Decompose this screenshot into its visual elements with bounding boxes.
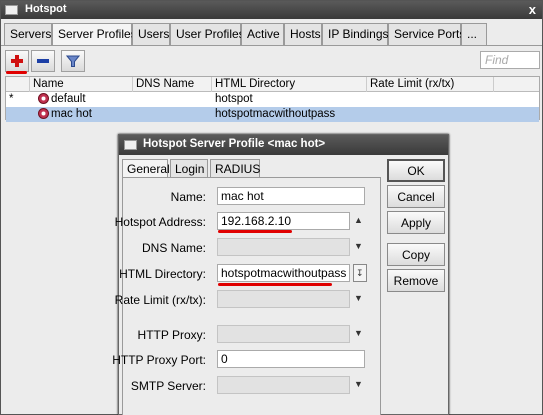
tab-servers[interactable]: Servers	[4, 23, 52, 45]
profiles-table: Name DNS Name HTML Directory Rate Limit …	[5, 76, 540, 122]
html-directory-label: HTML Directory:	[119, 267, 206, 281]
tab-overflow[interactable]: ...	[461, 23, 487, 45]
hotspot-address-field[interactable]: 192.168.2.10	[217, 212, 350, 230]
tab-general[interactable]: General	[122, 159, 170, 179]
table-header: Name DNS Name HTML Directory Rate Limit …	[6, 77, 539, 92]
close-icon[interactable]: x	[529, 2, 536, 17]
tab-bar: Servers Server Profiles Users User Profi…	[1, 23, 542, 46]
column-dns-name[interactable]: DNS Name	[133, 77, 212, 92]
smtp-server-field[interactable]	[217, 376, 350, 394]
http-proxy-port-label: HTTP Proxy Port:	[112, 353, 206, 367]
apply-button[interactable]: Apply	[387, 211, 445, 234]
profile-icon	[38, 108, 49, 122]
rate-limit-label: Rate Limit (rx/tx):	[114, 293, 206, 307]
collapse-arrow-icon[interactable]: ▲	[354, 215, 363, 225]
html-directory-highlight	[218, 283, 332, 286]
cancel-button[interactable]: Cancel	[387, 185, 445, 208]
dns-name-label: DNS Name:	[141, 241, 206, 255]
row-html-directory: hotspot	[215, 93, 253, 105]
dialog-title: Hotspot Server Profile <mac hot>	[143, 138, 326, 150]
dropdown-arrow-icon[interactable]: ▼	[354, 328, 363, 338]
html-directory-field[interactable]: hotspotmacwithoutpass	[217, 264, 350, 282]
ok-button[interactable]: OK	[387, 159, 445, 182]
remove-profile-button[interactable]: Remove	[387, 269, 445, 292]
column-menu[interactable]	[494, 77, 541, 92]
marker-column-header	[6, 77, 30, 92]
profile-icon	[38, 93, 49, 107]
copy-button[interactable]: Copy	[387, 243, 445, 266]
expand-list-icon[interactable]: ↧	[353, 264, 367, 282]
dropdown-arrow-icon[interactable]: ▼	[354, 241, 363, 251]
table-row[interactable]: mac hot hotspotmacwithoutpass	[6, 107, 539, 122]
http-proxy-label: HTTP Proxy:	[137, 328, 206, 342]
hotspot-address-label: Hotspot Address:	[114, 215, 206, 229]
row-name: mac hot	[51, 108, 92, 120]
find-input[interactable]: Find	[480, 51, 540, 69]
tab-login[interactable]: Login	[170, 159, 208, 178]
dropdown-arrow-icon[interactable]: ▼	[354, 379, 363, 389]
row-html-directory: hotspotmacwithoutpass	[215, 108, 336, 120]
filter-icon	[66, 55, 80, 67]
remove-button[interactable]	[31, 50, 55, 72]
window-titlebar[interactable]: Hotspot x	[1, 1, 542, 19]
hotspot-address-highlight	[218, 230, 292, 233]
tab-active[interactable]: Active	[241, 23, 284, 45]
window-icon	[5, 5, 18, 15]
dropdown-arrow-icon[interactable]: ▼	[354, 293, 363, 303]
tab-divider	[1, 45, 542, 46]
tab-hosts[interactable]: Hosts	[284, 23, 322, 45]
plus-icon	[11, 55, 23, 67]
column-html-directory[interactable]: HTML Directory	[212, 77, 367, 92]
tab-service-ports[interactable]: Service Ports	[388, 23, 465, 45]
add-button-highlight	[6, 71, 27, 74]
column-rate-limit[interactable]: Rate Limit (rx/tx)	[367, 77, 494, 92]
add-button[interactable]	[5, 50, 29, 72]
table-row[interactable]: * default hotspot	[6, 92, 539, 107]
rate-limit-field[interactable]	[217, 290, 350, 308]
window-title: Hotspot	[25, 3, 67, 15]
tab-user-profiles[interactable]: User Profiles	[170, 23, 245, 45]
name-label: Name:	[170, 190, 206, 204]
minus-icon	[37, 59, 49, 63]
smtp-server-label: SMTP Server:	[130, 379, 206, 393]
http-proxy-field[interactable]	[217, 325, 350, 343]
http-proxy-port-field[interactable]: 0	[217, 350, 365, 368]
dialog-titlebar[interactable]: Hotspot Server Profile <mac hot>	[119, 135, 448, 155]
hotspot-server-profile-dialog: Hotspot Server Profile <mac hot> General…	[112, 134, 449, 415]
tab-radius[interactable]: RADIUS	[210, 159, 260, 178]
row-name: default	[51, 93, 86, 105]
tab-users[interactable]: Users	[132, 23, 170, 45]
tab-ip-bindings[interactable]: IP Bindings	[322, 23, 389, 45]
name-field[interactable]: mac hot	[217, 187, 365, 205]
column-name[interactable]: Name	[30, 77, 133, 92]
tab-server-profiles[interactable]: Server Profiles	[52, 23, 137, 46]
default-marker: *	[9, 93, 14, 105]
window-icon	[124, 140, 137, 150]
dns-name-field[interactable]	[217, 238, 350, 256]
filter-button[interactable]	[61, 50, 85, 72]
